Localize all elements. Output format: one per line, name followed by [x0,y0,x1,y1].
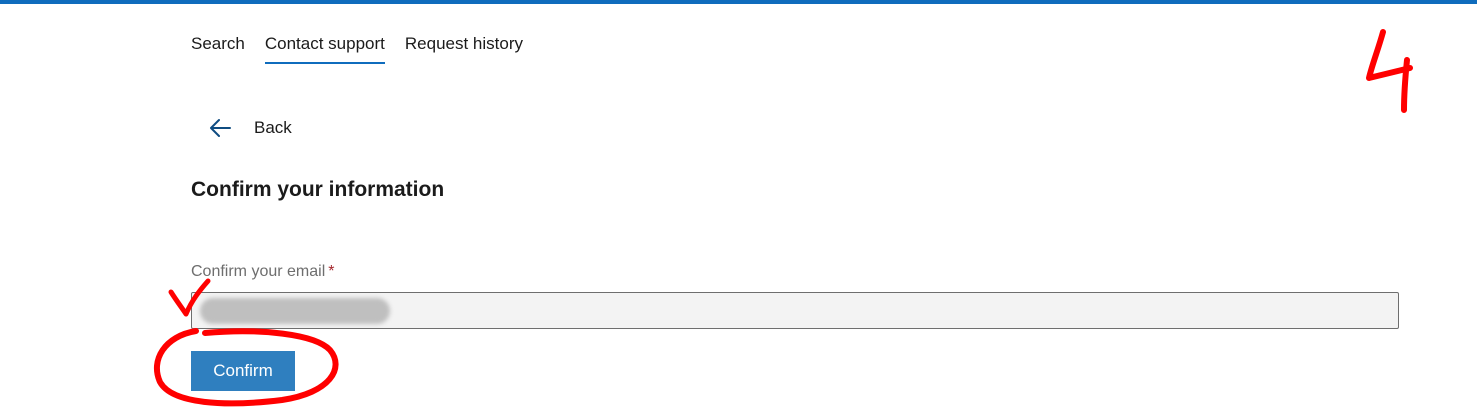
top-accent-bar [0,0,1477,4]
email-field[interactable] [191,292,1399,329]
email-label-text: Confirm your email [191,263,326,280]
arrow-left-icon [208,118,232,138]
back-link[interactable]: Back [208,118,292,138]
page: Search Contact support Request history B… [0,0,1477,413]
tab-search[interactable]: Search [191,34,245,64]
support-nav: Search Contact support Request history [191,34,523,64]
tab-request-history[interactable]: Request history [405,34,523,64]
tab-contact-support[interactable]: Contact support [264,34,385,64]
back-label: Back [254,118,292,137]
email-label: Confirm your email * [191,263,335,281]
required-marker: * [328,263,335,280]
annotation-step-number [1366,29,1413,113]
page-title: Confirm your information [191,178,445,201]
confirm-button[interactable]: Confirm [191,351,295,391]
